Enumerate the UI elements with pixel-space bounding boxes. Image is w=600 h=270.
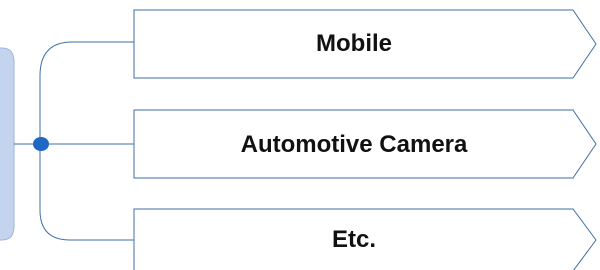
junction-dot [33, 137, 49, 151]
source-block [0, 47, 15, 241]
branch-connector-top [39, 41, 134, 144]
branch-connector-bottom [39, 144, 134, 241]
node-label-etc: Etc. [331, 226, 376, 253]
node-label-mobile: Mobile [316, 30, 392, 57]
node-label-automotive-camera: Automotive Camera [240, 131, 468, 158]
